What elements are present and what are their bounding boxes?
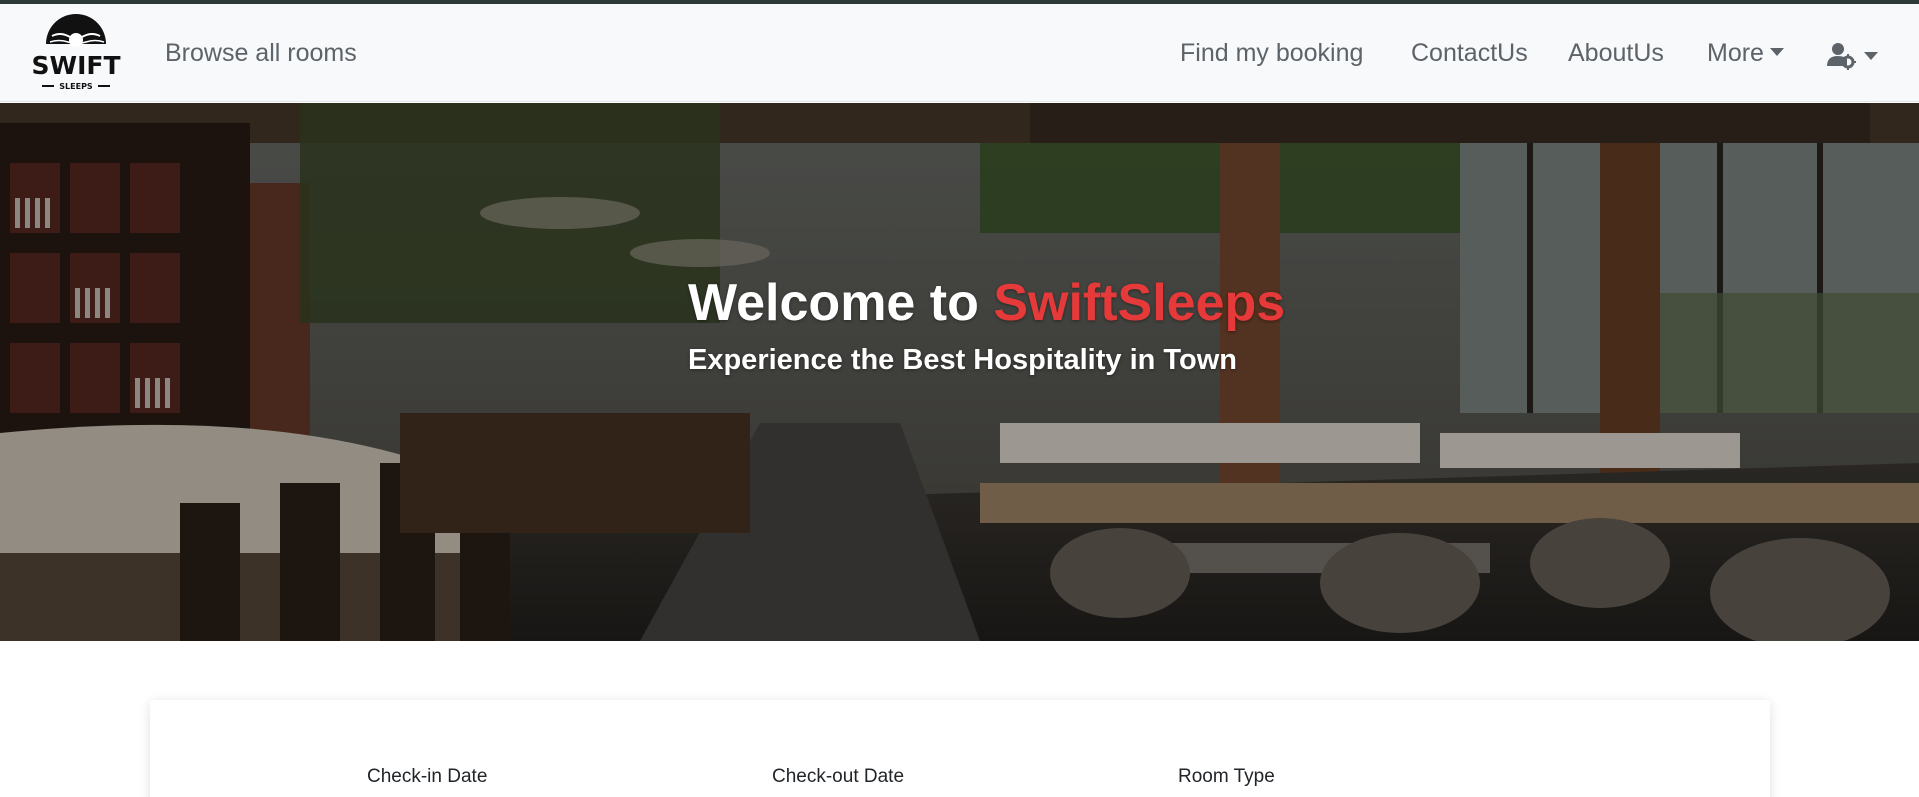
hero-subtitle: Experience the Best Hospitality in Town	[688, 344, 1237, 376]
hero-title: Welcome to SwiftSleeps	[688, 273, 1285, 333]
nav-more-dropdown[interactable]: More	[1707, 38, 1784, 68]
chevron-down-icon	[1864, 52, 1878, 60]
booking-search-card: Check-in Date Check-out Date Room Type	[150, 700, 1770, 797]
hero-title-prefix: Welcome to	[688, 274, 994, 332]
swift-sleeps-logo[interactable]: SWIFT SLEEPS	[28, 14, 124, 92]
chevron-down-icon	[1769, 48, 1784, 56]
nav-about-us[interactable]: AboutUs	[1568, 38, 1664, 68]
checkin-date-label: Check-in Date	[367, 766, 488, 787]
svg-text:SWIFT: SWIFT	[31, 51, 120, 80]
nav-more-label: More	[1707, 39, 1764, 67]
hero-banner: Welcome to SwiftSleeps Experience the Be…	[0, 103, 1919, 641]
room-type-label: Room Type	[1178, 766, 1275, 787]
checkout-date-label: Check-out Date	[772, 766, 905, 787]
user-gear-icon	[1827, 43, 1878, 70]
nav-browse-all-rooms[interactable]: Browse all rooms	[165, 38, 357, 68]
nav-find-my-booking[interactable]: Find my booking	[1180, 38, 1363, 68]
navbar: SWIFT SLEEPS Browse all rooms Find my bo…	[0, 4, 1919, 102]
hero-title-brand: SwiftSleeps	[993, 274, 1286, 332]
user-menu-dropdown[interactable]	[1826, 40, 1878, 70]
svg-text:SLEEPS: SLEEPS	[59, 82, 93, 91]
logo-emblem: SWIFT SLEEPS	[31, 14, 121, 91]
nav-contact-us[interactable]: ContactUs	[1411, 38, 1528, 68]
